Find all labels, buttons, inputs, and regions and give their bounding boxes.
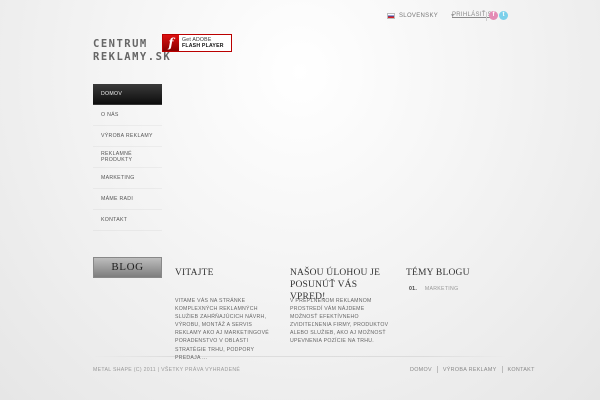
footer-separator bbox=[501, 366, 503, 373]
copyright-text: METAL SHAPE (C) 2011 | VŠETKY PRÁVA VYHR… bbox=[93, 367, 241, 373]
flash-badge-text: Get ADOBE FLASH PLAYER bbox=[179, 37, 224, 49]
nav-item-domov[interactable]: DOMOV bbox=[93, 84, 162, 105]
nav-item-reklamne-produkty[interactable]: REKLAMNÉ PRODUKTY bbox=[93, 147, 162, 168]
footer-link-vyroba-reklamy[interactable]: VÝROBA REKLAMY bbox=[443, 367, 497, 373]
welcome-heading: VITAJTE bbox=[175, 268, 214, 278]
footer-link-domov[interactable]: DOMOV bbox=[410, 367, 432, 373]
nav-item-marketing[interactable]: MARKETING bbox=[93, 168, 162, 189]
nav-item-kontakt[interactable]: KONTAKT bbox=[93, 210, 162, 231]
footer-nav: DOMOV VÝROBA REKLAMY KONTAKT bbox=[410, 366, 535, 373]
blog-topic-number: 01. bbox=[409, 286, 418, 292]
facebook-icon[interactable]: f bbox=[489, 11, 498, 20]
flash-icon: f bbox=[163, 35, 179, 51]
blog-topic-item[interactable]: 01. MARKETING bbox=[409, 286, 458, 292]
nav-item-vyroba-reklamy[interactable]: VÝROBA REKLAMY bbox=[93, 126, 162, 147]
twitter-icon[interactable]: t bbox=[499, 11, 508, 20]
footer-link-kontakt[interactable]: KONTAKT bbox=[508, 367, 535, 373]
blog-topics-heading: TÉMY BLOGU bbox=[406, 268, 470, 278]
nav-item-mame-radi[interactable]: MÁME RADI bbox=[93, 189, 162, 210]
slovak-flag-icon bbox=[387, 13, 395, 19]
footer-separator bbox=[436, 366, 438, 373]
flash-badge-line-2: FLASH PLAYER bbox=[182, 43, 224, 49]
language-selector[interactable]: SLOVENSKY ▼ bbox=[387, 13, 455, 19]
logo-line-1: CENTRUM bbox=[93, 38, 148, 50]
language-label: SLOVENSKY bbox=[399, 13, 439, 19]
main-nav: DOMOV O NÁS VÝROBA REKLAMY REKLAMNÉ PROD… bbox=[93, 84, 162, 231]
nav-item-o-nas[interactable]: O NÁS bbox=[93, 105, 162, 126]
welcome-text: VITAME VÁS NA STRÁNKE KOMPLEXNÝCH REKLAM… bbox=[175, 298, 270, 361]
get-flash-player-badge[interactable]: f Get ADOBE FLASH PLAYER bbox=[162, 34, 232, 52]
site-logo[interactable]: CENTRUM REKLAMY.SK bbox=[93, 38, 171, 64]
blog-button[interactable]: BLOG bbox=[93, 257, 162, 278]
logo-line-2: REKLAMY.SK bbox=[93, 51, 172, 63]
footer-divider bbox=[93, 356, 507, 357]
mission-text: V PREPLNENOM REKLAMNOM PROSTREDÍ VÁM NÁJ… bbox=[290, 298, 389, 345]
blog-topic-label: MARKETING bbox=[424, 286, 459, 292]
top-divider bbox=[486, 12, 487, 21]
